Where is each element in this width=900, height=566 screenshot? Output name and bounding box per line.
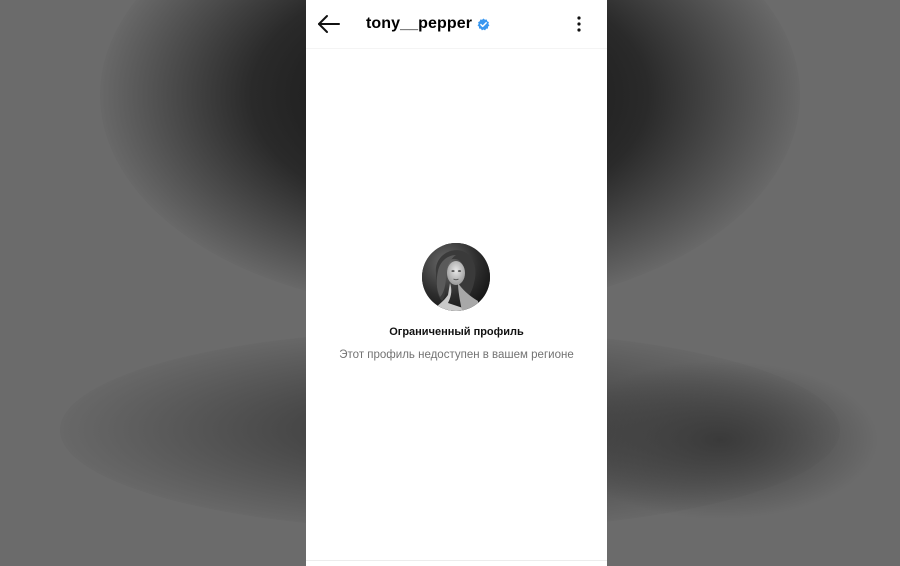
bottom-divider xyxy=(306,560,607,561)
back-button[interactable] xyxy=(316,12,342,36)
restricted-profile-title: Ограниченный профиль xyxy=(389,326,524,338)
verified-badge-icon xyxy=(477,17,490,30)
more-vertical-icon xyxy=(577,16,581,32)
arrow-left-icon xyxy=(318,15,340,33)
background-shadow-right xyxy=(560,360,880,520)
profile-avatar xyxy=(422,243,490,311)
more-options-button[interactable] xyxy=(570,14,588,34)
username-area: tony__pepper xyxy=(366,14,490,34)
phone-screen: tony__pepper Ограниченный профиль Этот п… xyxy=(306,0,607,566)
profile-photo xyxy=(422,243,490,311)
profile-header: tony__pepper xyxy=(306,0,607,49)
restricted-profile-message: Этот профиль недоступен в вашем регионе xyxy=(339,349,574,361)
username: tony__pepper xyxy=(366,15,473,32)
